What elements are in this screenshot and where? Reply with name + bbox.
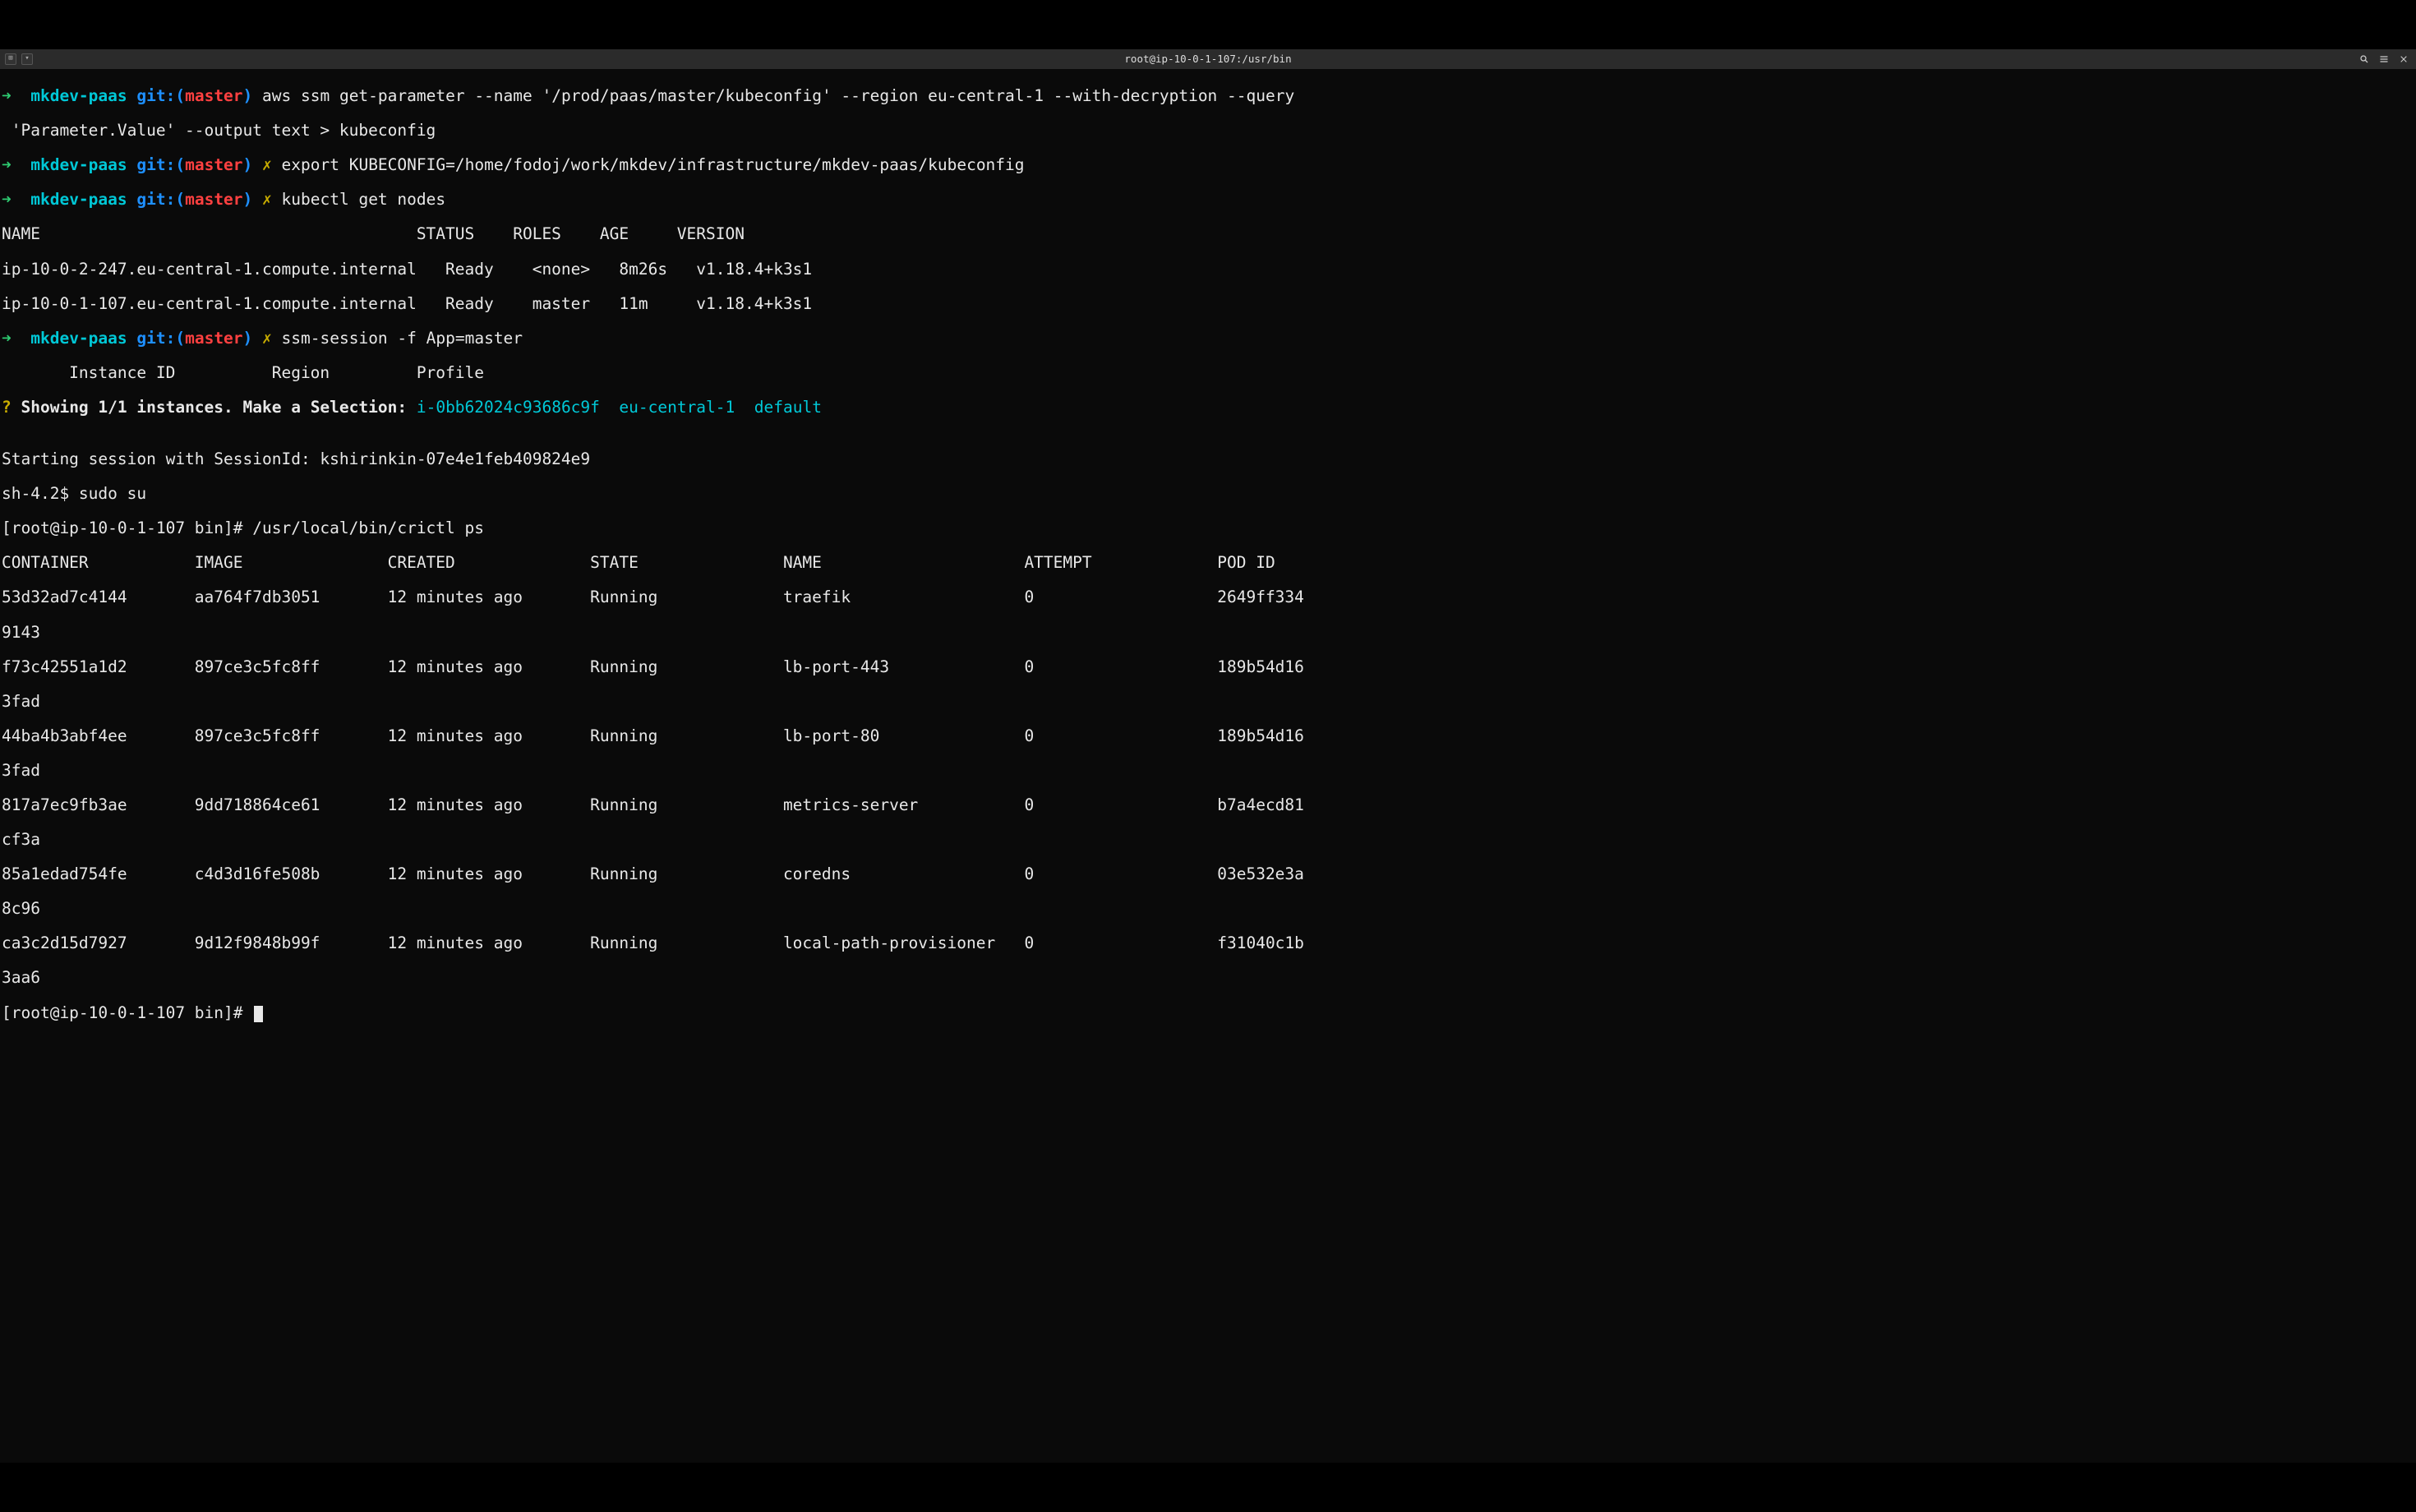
search-icon[interactable] [2355,51,2373,67]
cmd-line-2: ➜ mkdev-paas git:(master) ✗ export KUBEC… [2,156,2414,173]
session-start: Starting session with SessionId: kshirin… [2,450,2414,468]
crictl-row-wrap: cf3a [2,831,2414,848]
root-prompt-2: [root@ip-10-0-1-107 bin]# [2,1004,2414,1022]
cmd-line-1a: ➜ mkdev-paas git:(master) aws ssm get-pa… [2,87,2414,104]
crictl-row-wrap: 3fad [2,693,2414,710]
kubectl-row: ip-10-0-2-247.eu-central-1.compute.inter… [2,260,2414,278]
crictl-row-wrap: 3fad [2,762,2414,779]
tab-dropdown-button[interactable]: ▾ [21,53,33,65]
cmd-line-4: ➜ mkdev-paas git:(master) ✗ ssm-session … [2,330,2414,347]
kubectl-header: NAME STATUS ROLES AGE VERSION [2,225,2414,242]
ssm-selection-line: ? Showing 1/1 instances. Make a Selectio… [2,399,2414,416]
crictl-row: 85a1edad754fe c4d3d16fe508b 12 minutes a… [2,865,2414,883]
crictl-row-wrap: 3aa6 [2,969,2414,986]
crictl-row: ca3c2d15d7927 9d12f9848b99f 12 minutes a… [2,934,2414,952]
crictl-row: 53d32ad7c4144 aa764f7db3051 12 minutes a… [2,588,2414,606]
crictl-row-wrap: 8c96 [2,900,2414,917]
crictl-row: 817a7ec9fb3ae 9dd718864ce61 12 minutes a… [2,796,2414,814]
crictl-row: f73c42551a1d2 897ce3c5fc8ff 12 minutes a… [2,658,2414,675]
new-tab-button[interactable]: ⊞ [5,53,16,65]
crictl-row: 44ba4b3abf4ee 897ce3c5fc8ff 12 minutes a… [2,727,2414,744]
cursor-block [254,1006,263,1022]
terminal-body[interactable]: ➜ mkdev-paas git:(master) aws ssm get-pa… [0,69,2416,1463]
terminal-window: ⊞ ▾ root@ip-10-0-1-107:/usr/bin ➜ mkdev-… [0,49,2416,1463]
close-icon[interactable] [2395,51,2413,67]
crictl-row-wrap: 9143 [2,624,2414,641]
root-prompt-1: [root@ip-10-0-1-107 bin]# /usr/local/bin… [2,519,2414,537]
hamburger-menu-icon[interactable] [2375,51,2393,67]
cmd-line-3: ➜ mkdev-paas git:(master) ✗ kubectl get … [2,191,2414,208]
ssm-table-header: Instance ID Region Profile [2,364,2414,381]
letterbox-top [0,0,2416,49]
kubectl-row: ip-10-0-1-107.eu-central-1.compute.inter… [2,295,2414,312]
window-title: root@ip-10-0-1-107:/usr/bin [1124,53,1291,65]
sh-prompt: sh-4.2$ sudo su [2,485,2414,502]
crictl-header: CONTAINER IMAGE CREATED STATE NAME ATTEM… [2,554,2414,571]
titlebar: ⊞ ▾ root@ip-10-0-1-107:/usr/bin [0,49,2416,69]
letterbox-bottom [0,1463,2416,1512]
cmd-line-1b: 'Parameter.Value' --output text > kubeco… [2,122,2414,139]
